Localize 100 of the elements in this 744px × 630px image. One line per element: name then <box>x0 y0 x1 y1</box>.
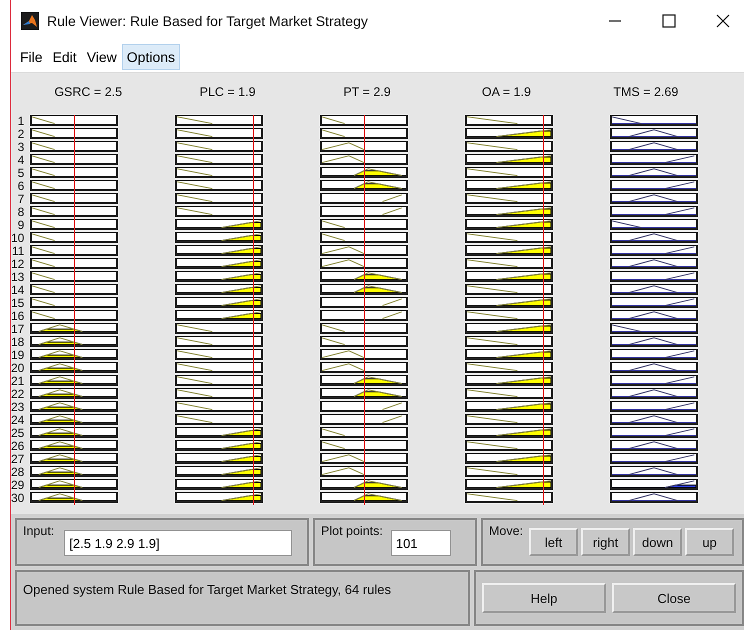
rule-number: 25 <box>11 427 24 440</box>
membership-curve <box>496 246 552 254</box>
input-label: Input: <box>23 524 54 540</box>
rule-number: 19 <box>11 349 24 362</box>
rule-number: 6 <box>16 180 24 193</box>
membership-curve <box>466 311 518 320</box>
rule-number: 7 <box>16 193 24 206</box>
membership-curve <box>32 220 56 228</box>
membership-curve <box>466 233 518 242</box>
close-icon[interactable] <box>716 14 730 28</box>
membership-curve <box>221 454 262 462</box>
rule-number: 16 <box>11 310 24 323</box>
membership-curve <box>38 454 84 462</box>
membership-curve <box>176 402 214 410</box>
membership-curve <box>354 376 403 384</box>
membership-curve <box>612 220 642 228</box>
membership-curve <box>496 402 552 410</box>
membership-curve <box>496 129 552 138</box>
rule-number: 20 <box>11 362 24 375</box>
membership-curve <box>628 493 678 502</box>
move-label: Move: <box>489 524 524 540</box>
membership-curve <box>382 207 403 216</box>
rule-number: 4 <box>16 154 24 167</box>
membership-curve <box>466 415 518 424</box>
membership-curve <box>176 363 214 372</box>
membership-curve <box>322 233 346 242</box>
membership-curve <box>38 480 84 488</box>
rule-number: 29 <box>11 479 24 492</box>
membership-curve <box>496 272 552 280</box>
move-button[interactable]: left <box>529 528 578 556</box>
rule-number: 17 <box>11 323 24 336</box>
membership-curve <box>496 454 552 462</box>
membership-curve <box>221 428 262 436</box>
menu-item[interactable]: View <box>82 44 122 70</box>
rule-number: 5 <box>16 167 24 180</box>
membership-curve <box>664 350 696 358</box>
membership-curve <box>32 142 56 150</box>
rule-number: 22 <box>11 388 24 401</box>
dialog-button[interactable]: Help <box>482 583 606 613</box>
move-button[interactable]: right <box>581 528 630 556</box>
membership-curve <box>221 233 262 242</box>
membership-curve <box>176 181 214 190</box>
membership-curve <box>38 441 84 450</box>
membership-curve <box>32 259 56 268</box>
membership-curve <box>664 272 696 280</box>
variable-heading: PLC = 1.9 <box>198 85 257 99</box>
membership-curve <box>322 337 346 346</box>
menu-item[interactable]: Options <box>122 44 180 70</box>
membership-curve <box>496 350 552 358</box>
membership-curve <box>221 298 262 306</box>
membership-curve <box>32 181 56 190</box>
membership-curve <box>38 363 84 372</box>
membership-curve <box>496 298 552 306</box>
membership-curve <box>496 376 552 384</box>
membership-curve <box>354 181 403 190</box>
rule-number: 14 <box>11 284 24 297</box>
membership-curve <box>221 246 262 254</box>
membership-curve <box>322 363 365 372</box>
membership-curve <box>322 428 346 436</box>
membership-curve <box>628 337 678 346</box>
membership-curve <box>496 220 552 228</box>
variable-heading: TMS = 2.69 <box>612 85 680 99</box>
membership-curve <box>176 389 214 398</box>
membership-curve <box>32 168 56 176</box>
membership-curve <box>38 415 84 424</box>
menu-item[interactable]: Edit <box>48 44 82 70</box>
membership-curve <box>322 142 365 150</box>
membership-curve <box>496 428 552 436</box>
membership-curve <box>322 116 346 124</box>
membership-curve <box>382 415 403 424</box>
membership-curve <box>38 376 84 384</box>
maximize-icon[interactable] <box>662 14 676 28</box>
membership-curve <box>176 337 214 346</box>
menu-item[interactable]: File <box>15 44 48 70</box>
membership-curve <box>664 376 696 384</box>
rule-number: 13 <box>11 271 24 284</box>
membership-curve <box>38 428 84 436</box>
membership-curve <box>32 285 56 294</box>
membership-curve <box>176 116 214 124</box>
rule-number: 27 <box>11 453 24 466</box>
membership-curve <box>38 350 84 358</box>
membership-curve <box>664 454 696 462</box>
membership-curve <box>32 116 56 124</box>
dialog-button[interactable]: Close <box>612 583 736 613</box>
rule-number: 3 <box>16 141 24 154</box>
membership-curve <box>466 493 518 502</box>
plot-points-field[interactable]: 101 <box>390 530 451 556</box>
move-button[interactable]: down <box>633 528 682 556</box>
membership-curve <box>38 467 84 476</box>
move-button[interactable]: up <box>685 528 734 556</box>
rule-number: 1 <box>16 115 24 128</box>
membership-curve <box>176 142 214 150</box>
input-field[interactable]: [2.5 1.9 2.9 1.9] <box>64 530 292 556</box>
membership-curve <box>664 480 696 488</box>
membership-curve <box>664 181 696 190</box>
membership-curve <box>176 324 214 332</box>
membership-curve <box>38 337 84 346</box>
membership-curve <box>32 194 56 202</box>
membership-curve <box>628 233 678 242</box>
membership-curve <box>664 402 696 410</box>
